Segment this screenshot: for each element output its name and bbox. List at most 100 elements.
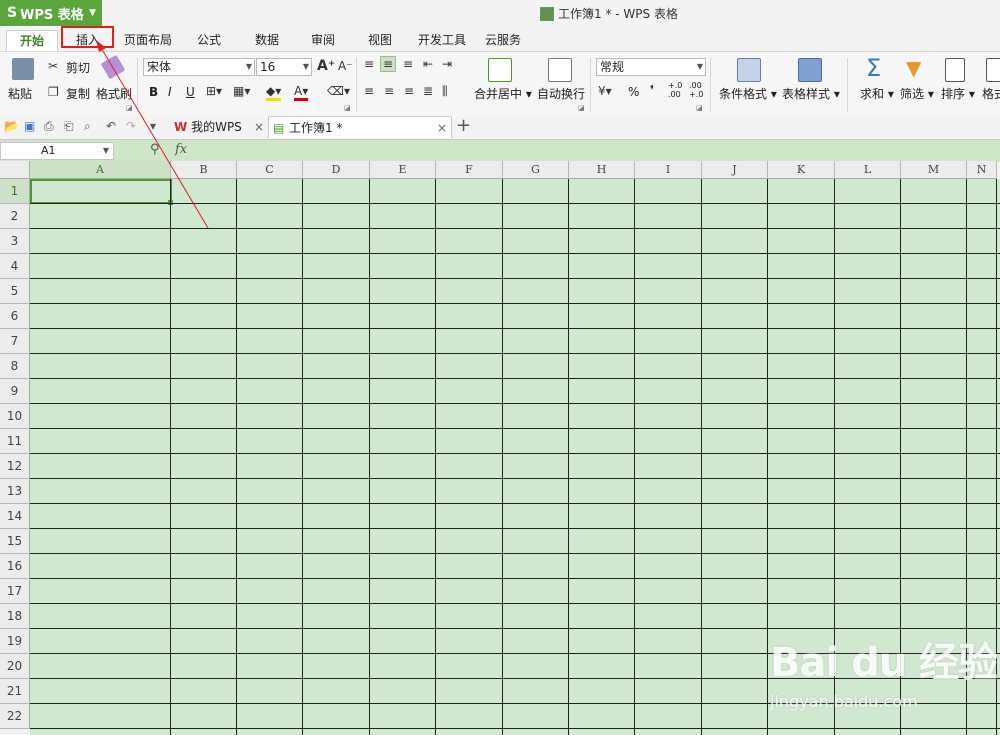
align-left-icon[interactable]: ≡	[364, 84, 374, 98]
row-header-21[interactable]: 21	[0, 679, 30, 704]
cell-style-icon[interactable]: ▦▾	[233, 84, 250, 98]
underline-button[interactable]: U	[186, 85, 195, 99]
close-icon[interactable]: ×	[437, 117, 447, 139]
row-header-12[interactable]: 12	[0, 454, 30, 479]
clipboard-dialog-launcher[interactable]: ◪	[126, 104, 133, 112]
alignment-dialog-launcher[interactable]: ◪	[578, 104, 585, 112]
close-icon[interactable]: ×	[254, 116, 264, 138]
conditional-format-icon[interactable]	[737, 58, 761, 82]
column-header-f[interactable]: F	[436, 161, 503, 179]
row-header-15[interactable]: 15	[0, 529, 30, 554]
decrease-indent-icon[interactable]: ⇤	[423, 57, 433, 71]
distributed-icon[interactable]: ⫼	[442, 84, 448, 99]
row-header-13[interactable]: 13	[0, 479, 30, 504]
clear-format-icon[interactable]: ⌫▾	[327, 84, 350, 98]
align-center-icon[interactable]: ≡	[384, 84, 394, 98]
increase-font-icon[interactable]: A⁺	[317, 58, 335, 74]
conditional-format-button[interactable]: 条件格式 ▾	[719, 85, 777, 102]
column-header-n[interactable]: N	[967, 161, 997, 179]
column-header-e[interactable]: E	[370, 161, 436, 179]
sort-button[interactable]: 排序 ▾	[941, 85, 975, 102]
row-header-17[interactable]: 17	[0, 579, 30, 604]
output-pdf-icon[interactable]: ⎙	[44, 119, 54, 134]
copy-button[interactable]: 复制	[66, 85, 90, 102]
doctab-workbook[interactable]: ▤ 工作簿1 * ×	[268, 116, 452, 138]
column-header-b[interactable]: B	[171, 161, 237, 179]
open-folder-icon[interactable]: 📂	[4, 119, 19, 133]
tab-review[interactable]: 审阅	[300, 30, 346, 51]
merge-center-icon[interactable]	[488, 58, 512, 82]
row-header-16[interactable]: 16	[0, 554, 30, 579]
save-icon[interactable]: ▣	[24, 119, 35, 133]
row-header-1[interactable]: 1	[0, 179, 30, 204]
align-bottom-icon[interactable]: ≡	[403, 57, 413, 71]
format-painter-button[interactable]: 格式刷	[96, 85, 132, 102]
column-header-k[interactable]: K	[768, 161, 835, 179]
sum-icon[interactable]: Σ	[866, 54, 881, 82]
format-button[interactable]: 格式	[982, 85, 1000, 102]
filter-button[interactable]: 筛选 ▾	[900, 85, 934, 102]
sort-icon[interactable]	[945, 58, 965, 82]
increase-indent-icon[interactable]: ⇥	[442, 57, 452, 71]
row-header-4[interactable]: 4	[0, 254, 30, 279]
row-header-22[interactable]: 22	[0, 704, 30, 729]
row-header-3[interactable]: 3	[0, 229, 30, 254]
insert-function-button[interactable]: fx	[175, 142, 187, 157]
row-header-20[interactable]: 20	[0, 654, 30, 679]
select-all-corner[interactable]	[0, 161, 30, 179]
doctab-my-wps[interactable]: W 我的WPS ×	[174, 116, 266, 138]
italic-button[interactable]: I	[168, 85, 172, 99]
wrap-text-button[interactable]: 自动换行	[537, 85, 585, 102]
row-header-14[interactable]: 14	[0, 504, 30, 529]
merge-center-button[interactable]: 合并居中 ▾	[474, 85, 532, 102]
format-painter-icon[interactable]	[100, 54, 126, 80]
column-header-c[interactable]: C	[237, 161, 303, 179]
print-icon[interactable]: ⎗	[64, 119, 74, 134]
decrease-font-icon[interactable]: A⁻	[338, 59, 353, 73]
paste-icon[interactable]	[12, 58, 34, 80]
column-header-a[interactable]: A	[30, 161, 171, 179]
cut-button[interactable]: 剪切	[66, 59, 90, 76]
row-header-19[interactable]: 19	[0, 629, 30, 654]
percent-button[interactable]: %	[628, 85, 639, 99]
number-dialog-launcher[interactable]: ◪	[696, 104, 703, 112]
tab-page-layout[interactable]: 页面布局	[118, 30, 178, 51]
row-header-11[interactable]: 11	[0, 429, 30, 454]
zoom-icon[interactable]: ⚲	[150, 142, 160, 157]
tab-view[interactable]: 视图	[357, 30, 403, 51]
filter-icon[interactable]: ▼	[906, 56, 921, 80]
row-header-6[interactable]: 6	[0, 304, 30, 329]
name-box[interactable]: A1 ▼	[0, 142, 114, 160]
formula-input[interactable]	[205, 141, 1000, 161]
row-header-18[interactable]: 18	[0, 604, 30, 629]
font-dialog-launcher[interactable]: ◪	[344, 104, 351, 112]
column-header-d[interactable]: D	[303, 161, 370, 179]
undo-icon[interactable]: ↶	[106, 119, 116, 133]
customize-chevron-icon[interactable]: ▾	[150, 119, 156, 133]
tab-home[interactable]: 开始	[6, 30, 58, 52]
column-header-m[interactable]: M	[901, 161, 967, 179]
currency-icon[interactable]: ¥▾	[598, 84, 612, 98]
tab-formulas[interactable]: 公式	[186, 30, 232, 51]
paste-button[interactable]: 粘贴	[8, 85, 32, 102]
justify-icon[interactable]: ≣	[423, 84, 433, 98]
comma-button[interactable]: ❜	[650, 83, 654, 97]
number-format-select[interactable]: 常规 ▼	[596, 58, 706, 76]
align-right-icon[interactable]: ≡	[404, 84, 414, 98]
row-header-5[interactable]: 5	[0, 279, 30, 304]
table-style-icon[interactable]	[798, 58, 822, 82]
bold-button[interactable]: B	[149, 85, 158, 99]
sum-button[interactable]: 求和 ▾	[860, 85, 894, 102]
tab-cloud[interactable]: 云服务	[480, 30, 526, 51]
print-preview-icon[interactable]: ⌕	[84, 119, 91, 134]
column-header-g[interactable]: G	[503, 161, 569, 179]
font-size-select[interactable]: 16 ▼	[256, 58, 312, 76]
row-header-9[interactable]: 9	[0, 379, 30, 404]
tab-developer[interactable]: 开发工具	[414, 30, 470, 51]
column-header-i[interactable]: I	[635, 161, 702, 179]
row-header-2[interactable]: 2	[0, 204, 30, 229]
increase-decimal-button[interactable]: +.0.00	[668, 81, 682, 99]
row-header-8[interactable]: 8	[0, 354, 30, 379]
redo-icon[interactable]: ↷	[126, 119, 136, 133]
column-header-l[interactable]: L	[835, 161, 901, 179]
